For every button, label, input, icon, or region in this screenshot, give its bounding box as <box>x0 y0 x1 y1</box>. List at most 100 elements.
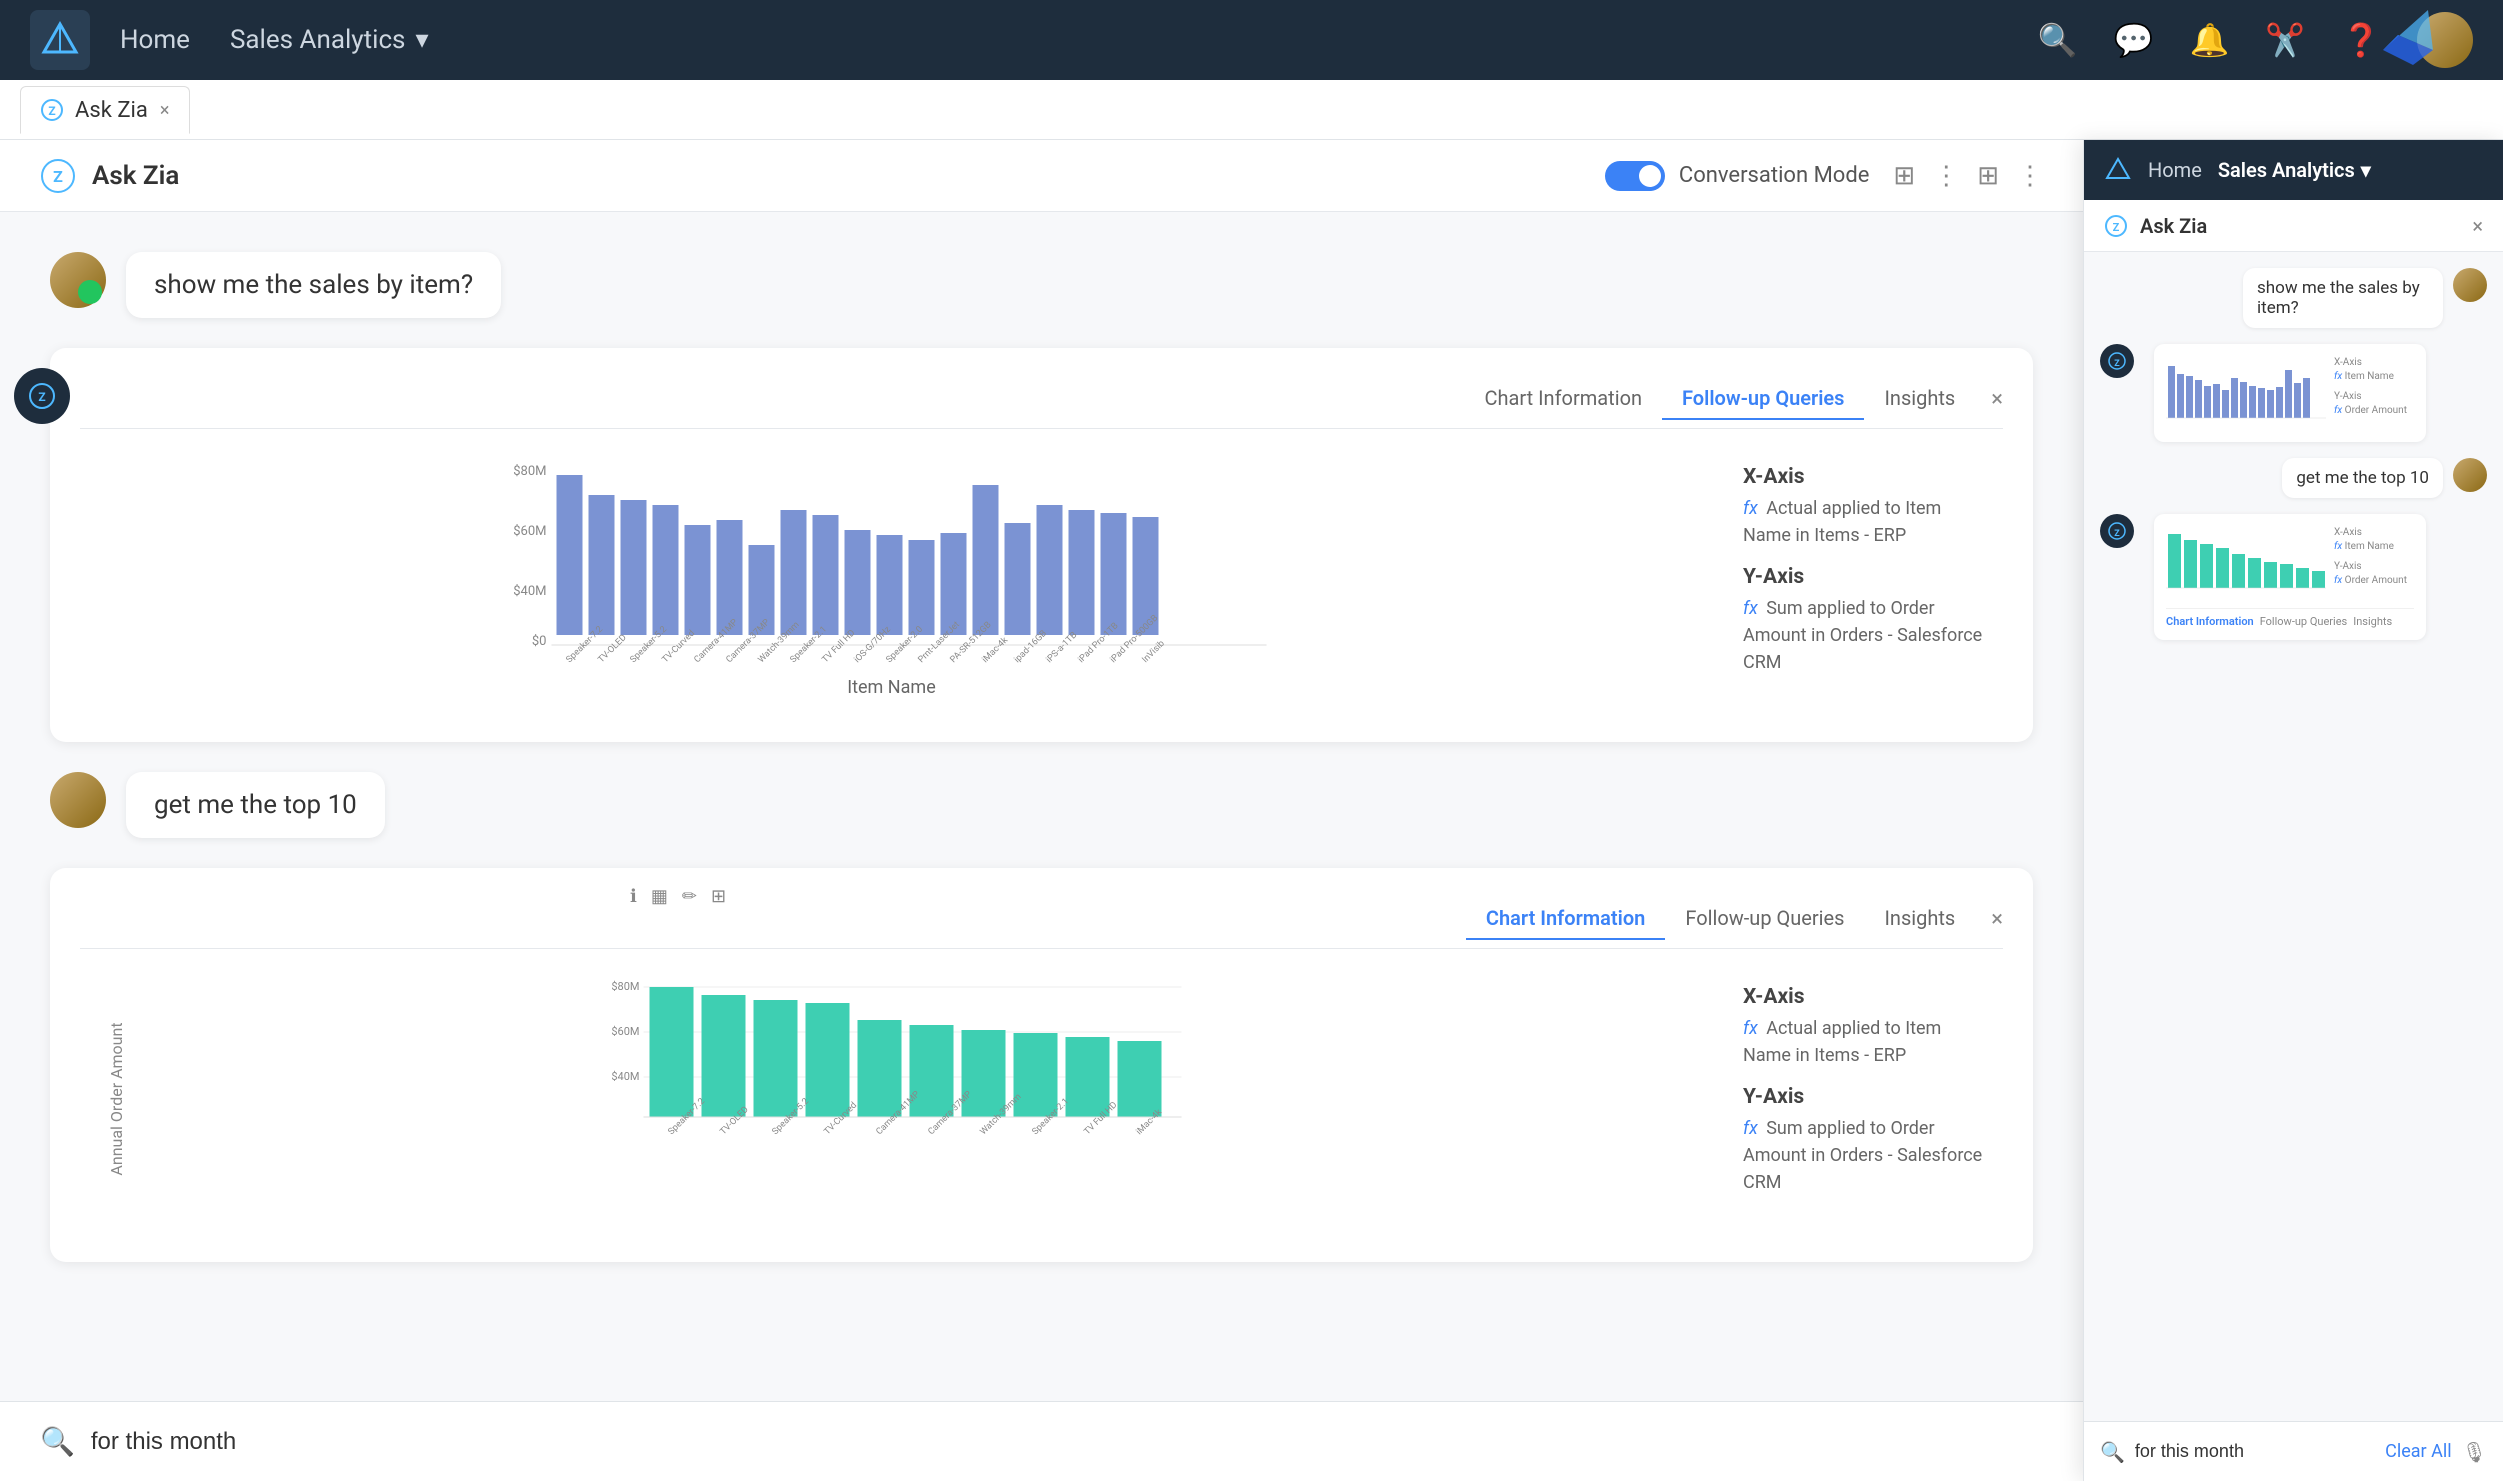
nav-analytics[interactable]: Sales Analytics ▾ <box>230 25 429 55</box>
svg-text:Z: Z <box>2114 529 2120 539</box>
grid2-icon[interactable]: ⊞ <box>1977 161 1999 191</box>
x-axis-detail-1: fx Actual applied to Item Name in Items … <box>1743 495 1983 549</box>
y-axis-label-1: Y-Axis <box>1743 565 1983 589</box>
user-message-2: get me the top 10 <box>50 772 2033 838</box>
fx-tag-2: fx <box>1743 1018 1758 1039</box>
chart-info-tab-1[interactable]: Chart Information <box>1464 378 1662 420</box>
chart-svg-container-2: Annual Order Amount $80M $60M $40M <box>80 965 1703 1232</box>
search-input-icon: 🔍 <box>40 1425 75 1458</box>
tab-ask-zia[interactable]: Z Ask Zia × <box>20 86 190 134</box>
fx-tag-y-2: fx <box>1743 1118 1758 1139</box>
chart-toolbar-2: ℹ ▦ ✏ ⊞ <box>630 886 726 907</box>
user-message-text-1: show me the sales by item? <box>154 270 473 300</box>
insights-tab-1[interactable]: Insights <box>1864 378 1975 420</box>
main-layout: Z Ask Zia Conversation Mode ⊞ ⋮ ⊞ ⋮ <box>0 140 2503 1481</box>
chat-icon[interactable]: 💬 <box>2114 21 2154 59</box>
right-user-avatar-2 <box>2453 458 2487 492</box>
help-icon[interactable]: ❓ <box>2341 21 2381 59</box>
grid3-icon-2[interactable]: ⊞ <box>711 886 726 907</box>
grid-icon[interactable]: ⊞ <box>1893 161 1915 191</box>
ask-zia-header: Z Ask Zia Conversation Mode ⊞ ⋮ ⊞ ⋮ <box>0 140 2083 212</box>
right-zia-row-1: Z <box>2100 344 2487 442</box>
right-chat-area: show me the sales by item? Z <box>2084 252 2503 1421</box>
ask-zia-heading: Ask Zia <box>92 161 179 191</box>
right-zia-row-2: Z <box>2100 514 2487 640</box>
svg-text:$60M: $60M <box>513 524 546 539</box>
insights-tab-2[interactable]: Insights <box>1864 898 1975 940</box>
chart-close-1[interactable]: × <box>1991 387 2003 412</box>
user-bubble-1: show me the sales by item? <box>126 252 501 318</box>
right-zia-logo: Z <box>2104 214 2128 238</box>
zia-logo: Z <box>40 158 76 194</box>
avatar[interactable] <box>2417 12 2473 68</box>
svg-text:Z: Z <box>2113 221 2120 234</box>
svg-text:iMac-4k: iMac-4k <box>981 635 1011 665</box>
online-indicator <box>78 280 102 304</box>
right-search-icon: 🔍 <box>2100 1440 2125 1464</box>
mini-chart-1 <box>2166 356 2326 426</box>
user-bubble-2: get me the top 10 <box>126 772 385 838</box>
right-nav-analytics[interactable]: Sales Analytics ▾ <box>2218 158 2371 182</box>
svg-text:Z: Z <box>2114 359 2120 369</box>
right-nav-analytics-label: Sales Analytics <box>2218 158 2355 182</box>
search-icon[interactable]: 🔍 <box>2038 21 2078 59</box>
microphone-icon[interactable]: 🎙 <box>2462 1440 2487 1464</box>
x-axis-detail-2: fx Actual applied to Item Name in Items … <box>1743 1015 1983 1069</box>
header-right-controls: Conversation Mode ⊞ ⋮ ⊞ ⋮ <box>1605 161 2043 191</box>
right-input-field[interactable] <box>2135 1441 2375 1462</box>
right-nav-home[interactable]: Home <box>2148 158 2202 182</box>
settings-icon[interactable]: ✂️ <box>2265 21 2305 59</box>
right-user-bubble-2: get me the top 10 <box>2282 458 2443 498</box>
nav-right-icons: 🔍 💬 🔔 ✂️ ❓ <box>2038 12 2473 68</box>
chart-content-1: $80M $60M $40M $0 <box>80 445 2003 712</box>
right-chevron-icon: ▾ <box>2361 158 2371 182</box>
right-thumb-content-2: X-Axisfx Item Name Y-Axisfx Order Amount <box>2166 526 2414 600</box>
more-icon[interactable]: ⋮ <box>1933 161 1959 191</box>
nav-home[interactable]: Home <box>120 25 190 55</box>
svg-text:$40M: $40M <box>513 584 546 599</box>
svg-text:Z: Z <box>53 167 63 186</box>
right-user-avatar-1 <box>2453 268 2487 302</box>
chat-area: show me the sales by item? Z Chart I <box>0 212 2083 1401</box>
fx-tag-1: fx <box>1743 498 1758 519</box>
chat-input-row: 🔍 <box>0 1401 2083 1481</box>
right-followup-tab[interactable]: Follow-up Queries <box>2260 615 2348 628</box>
bell-icon[interactable]: 🔔 <box>2189 21 2229 59</box>
edit-icon-2[interactable]: ✏ <box>682 886 697 907</box>
top-navigation: Home Sales Analytics ▾ 🔍 💬 🔔 ✂️ ❓ <box>0 0 2503 80</box>
svg-text:Z: Z <box>48 104 55 118</box>
user-avatar-2 <box>50 772 106 828</box>
chart-card-1: Z Chart Information Follow-up Queries In… <box>50 348 2033 742</box>
app-logo[interactable] <box>30 10 90 70</box>
tab-bar: Z Ask Zia × <box>0 80 2503 140</box>
info-icon-2[interactable]: ℹ <box>630 886 637 907</box>
chart-info-tab-2[interactable]: Chart Information <box>1466 898 1665 940</box>
nav-links: Home Sales Analytics ▾ <box>120 25 2038 55</box>
chart-content-2: Annual Order Amount $80M $60M $40M <box>80 965 2003 1232</box>
conversation-mode-toggle[interactable]: Conversation Mode <box>1605 161 1870 191</box>
chart-card-2: ℹ ▦ ✏ ⊞ Chart Information Follow-up Quer… <box>50 868 2033 1262</box>
more2-icon[interactable]: ⋮ <box>2017 161 2043 191</box>
clear-all-button[interactable]: Clear All <box>2385 1441 2452 1462</box>
x-axis-label-2: X-Axis <box>1743 985 1983 1009</box>
right-insights-tab[interactable]: Insights <box>2353 615 2392 628</box>
user-message-text-2: get me the top 10 <box>154 790 357 820</box>
chat-input-field[interactable] <box>91 1428 2043 1456</box>
chevron-down-icon: ▾ <box>415 25 428 55</box>
svg-text:$40M: $40M <box>611 1070 639 1083</box>
right-zia-close[interactable]: × <box>2472 214 2483 238</box>
toggle-knob <box>1639 165 1661 187</box>
right-thumb-chart-1 <box>2166 356 2326 430</box>
user-message-1: show me the sales by item? <box>50 252 2033 318</box>
zia-bot-avatar-1: Z <box>14 368 70 424</box>
tab-close-icon[interactable]: × <box>160 100 170 121</box>
svg-text:InVisib: InVisib <box>1141 639 1167 665</box>
right-chart-info-tab[interactable]: Chart Information <box>2166 615 2254 628</box>
y-axis-detail-1: fx Sum applied to Order Amount in Orders… <box>1743 595 1983 676</box>
left-panel: Z Ask Zia Conversation Mode ⊞ ⋮ ⊞ ⋮ <box>0 140 2083 1481</box>
followup-tab-1[interactable]: Follow-up Queries <box>1662 378 1864 420</box>
bar-chart-icon-2[interactable]: ▦ <box>651 886 668 907</box>
toggle-switch[interactable] <box>1605 161 1665 191</box>
chart-close-2[interactable]: × <box>1991 907 2003 932</box>
followup-tab-2[interactable]: Follow-up Queries <box>1665 898 1864 940</box>
